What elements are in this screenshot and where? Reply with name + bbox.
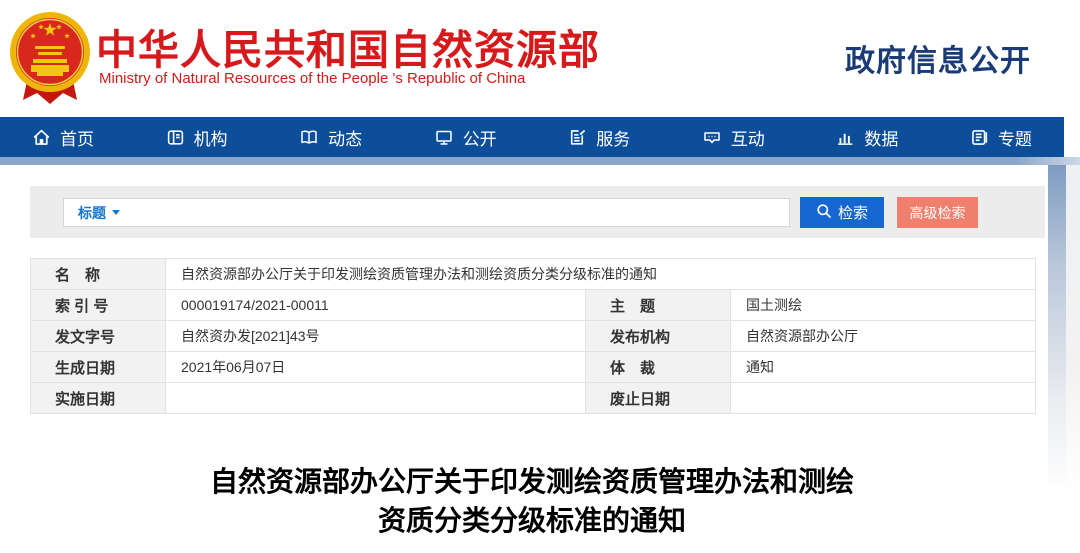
site-title-english: Ministry of Natural Resources of the Peo… bbox=[99, 70, 526, 87]
nav-item-label: 公开 bbox=[462, 129, 497, 149]
meta-value-created-date: 2021年06月07日 bbox=[165, 351, 586, 383]
national-emblem-icon bbox=[10, 12, 90, 104]
meta-label-doc-number: 发文字号 bbox=[30, 320, 166, 352]
organization-icon bbox=[166, 128, 185, 147]
meta-label-subject: 主 题 bbox=[585, 289, 731, 321]
data-icon bbox=[836, 128, 855, 147]
document-title-line1: 自然资源部办公厅关于印发测绘资质管理办法和测绘 bbox=[209, 466, 854, 497]
table-row: 生成日期 2021年06月07日 体 裁 通知 bbox=[30, 351, 1036, 383]
search-button-label: 检索 bbox=[837, 205, 868, 222]
meta-label-repeal-date: 废止日期 bbox=[585, 382, 731, 414]
advanced-search-label: 高级检索 bbox=[909, 204, 966, 221]
news-icon bbox=[299, 128, 319, 147]
disclosure-icon bbox=[434, 128, 454, 147]
nav-item-organization[interactable]: 机构 bbox=[166, 125, 228, 150]
nav-item-service[interactable]: 服务 bbox=[568, 125, 630, 150]
meta-label-name: 名 称 bbox=[30, 258, 166, 290]
home-icon bbox=[32, 128, 51, 147]
advanced-search-button[interactable]: 高级检索 bbox=[897, 197, 978, 228]
meta-label-issuing-agency: 发布机构 bbox=[585, 320, 731, 352]
search-panel: 标题 检索 高级检索 bbox=[30, 186, 1045, 238]
nav-item-topics[interactable]: 专题 bbox=[970, 125, 1032, 150]
gov-info-disclosure-title[interactable]: 政府信息公开 bbox=[845, 36, 1031, 80]
content-right-gutter bbox=[1066, 165, 1080, 495]
table-row: 索 引 号 000019174/2021-00011 主 题 国土测绘 bbox=[30, 289, 1036, 321]
topics-icon bbox=[970, 128, 989, 147]
nav-item-label: 机构 bbox=[193, 129, 228, 149]
table-row: 发文字号 自然资办发[2021]43号 发布机构 自然资源部办公厅 bbox=[30, 320, 1036, 352]
meta-label-effective-date: 实施日期 bbox=[30, 382, 166, 414]
nav-item-interaction[interactable]: 互动 bbox=[702, 125, 765, 150]
meta-value-effective-date bbox=[165, 382, 586, 414]
search-input[interactable] bbox=[120, 199, 789, 226]
meta-label-genre: 体 裁 bbox=[585, 351, 731, 383]
nav-item-label: 互动 bbox=[730, 129, 765, 149]
document-title-line2: 资质分类分级标准的通知 bbox=[377, 505, 686, 536]
meta-label-index-number: 索 引 号 bbox=[30, 289, 166, 321]
table-row: 名 称 自然资源部办公厅关于印发测绘资质管理办法和测绘资质分类分级标准的通知 bbox=[30, 258, 1036, 290]
nav-item-disclosure[interactable]: 公开 bbox=[434, 125, 497, 150]
meta-value-issuing-agency: 自然资源部办公厅 bbox=[730, 320, 1036, 352]
nav-item-data[interactable]: 数据 bbox=[836, 125, 898, 150]
magnifier-icon bbox=[816, 203, 832, 223]
nav-item-label: 动态 bbox=[328, 129, 363, 149]
nav-item-home[interactable]: 首页 bbox=[32, 125, 94, 150]
document-metadata-table: 名 称 自然资源部办公厅关于印发测绘资质管理办法和测绘资质分类分级标准的通知 索… bbox=[30, 258, 1036, 414]
nav-bottom-strip bbox=[0, 157, 1080, 165]
meta-value-subject: 国土测绘 bbox=[730, 289, 1036, 321]
meta-value-repeal-date bbox=[730, 382, 1036, 414]
nav-item-news[interactable]: 动态 bbox=[299, 125, 362, 150]
meta-value-name: 自然资源部办公厅关于印发测绘资质管理办法和测绘资质分类分级标准的通知 bbox=[165, 258, 1036, 290]
meta-label-created-date: 生成日期 bbox=[30, 351, 166, 383]
dropdown-caret-icon bbox=[112, 210, 120, 215]
meta-value-genre: 通知 bbox=[730, 351, 1036, 383]
search-field-selector[interactable]: 标题 bbox=[64, 203, 120, 223]
search-box: 标题 bbox=[63, 198, 790, 227]
search-button[interactable]: 检索 bbox=[800, 197, 884, 228]
table-row: 实施日期 废止日期 bbox=[30, 382, 1036, 414]
meta-value-doc-number: 自然资办发[2021]43号 bbox=[165, 320, 586, 352]
content-right-shadow bbox=[1048, 165, 1066, 495]
site-title: 中华人民共和国自然资源部 bbox=[96, 27, 600, 73]
search-field-label: 标题 bbox=[78, 204, 106, 221]
page: 中华人民共和国自然资源部 Ministry of Natural Resourc… bbox=[0, 0, 1080, 553]
nav-item-label: 服务 bbox=[596, 129, 631, 149]
interaction-icon bbox=[702, 128, 722, 147]
meta-value-index-number: 000019174/2021-00011 bbox=[165, 289, 586, 321]
site-header: 中华人民共和国自然资源部 Ministry of Natural Resourc… bbox=[0, 0, 1080, 117]
nav-item-label: 专题 bbox=[997, 129, 1032, 149]
nav-item-label: 数据 bbox=[864, 129, 899, 149]
national-emblem-logo[interactable] bbox=[8, 8, 92, 106]
service-icon bbox=[568, 128, 587, 147]
main-navigation: 首页 机构 动态 公开 服务 互动 数据 专题 bbox=[0, 117, 1064, 157]
document-title: 自然资源部办公厅关于印发测绘资质管理办法和测绘 资质分类分级标准的通知 bbox=[0, 462, 1064, 540]
nav-item-label: 首页 bbox=[60, 129, 94, 149]
